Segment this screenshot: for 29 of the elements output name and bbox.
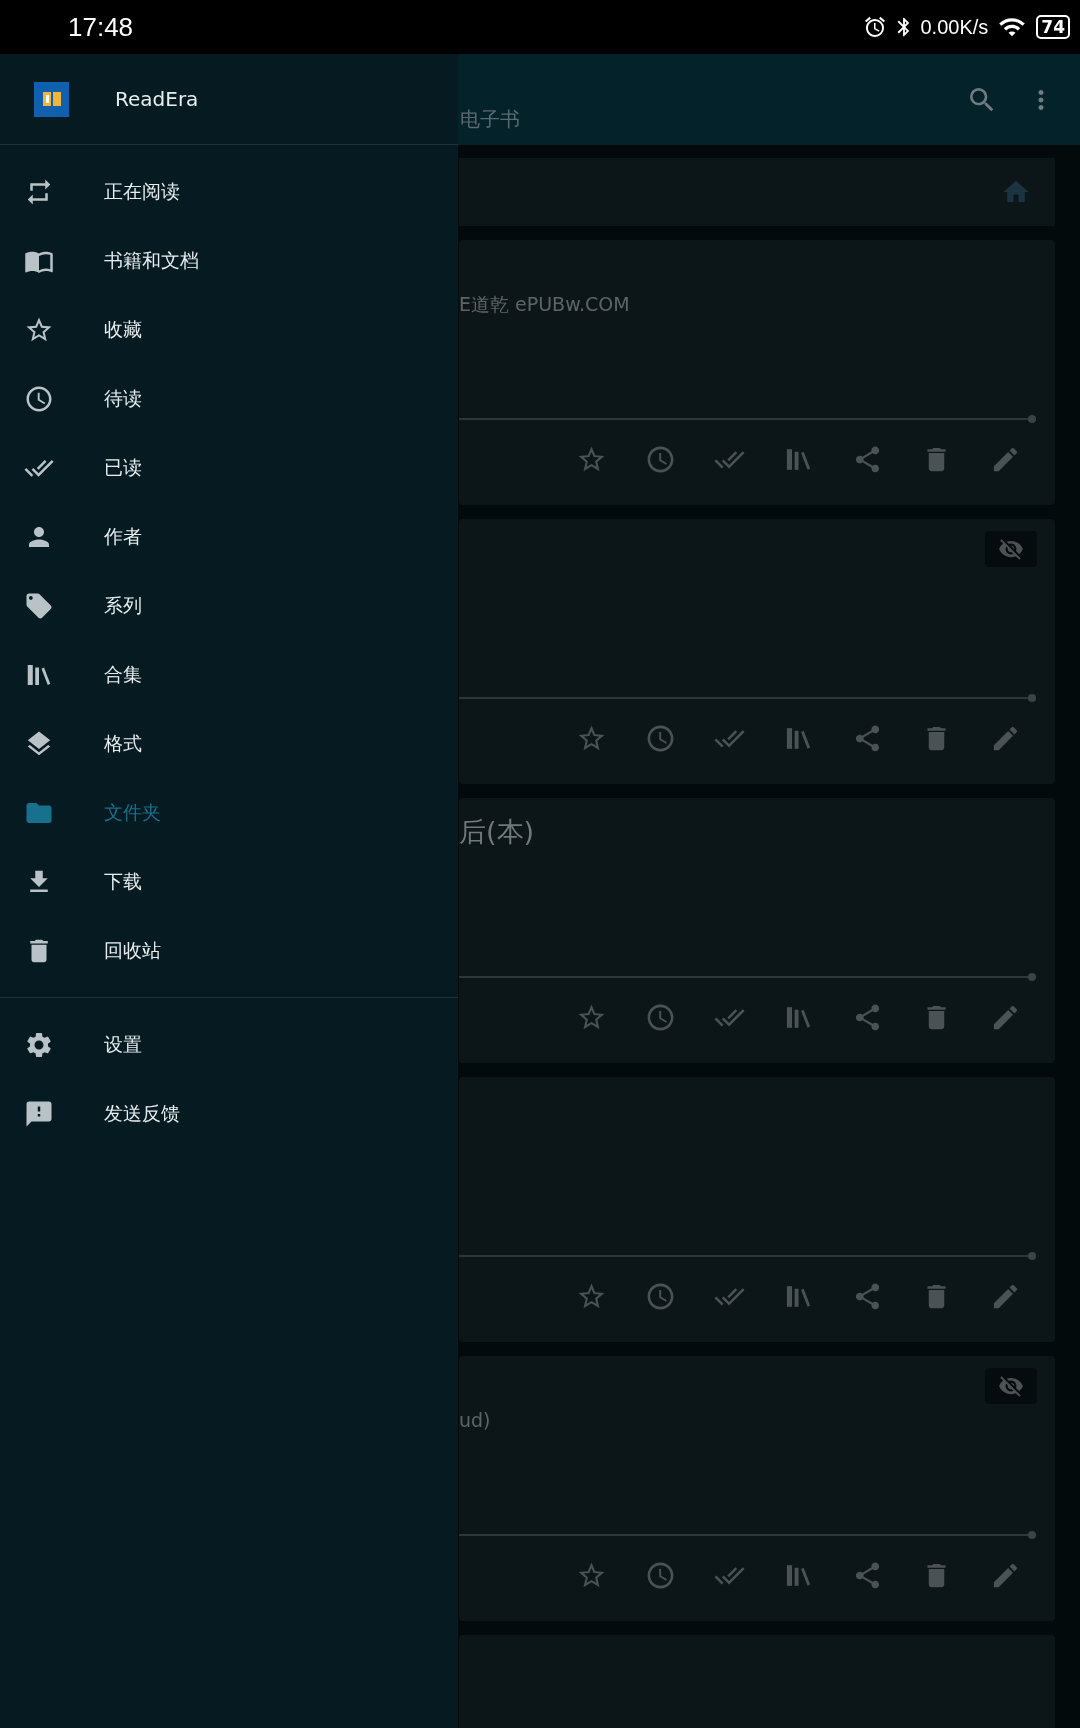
alarm-icon: [862, 15, 887, 39]
drawer-item[interactable]: 合集: [0, 640, 458, 709]
app-name: ReadEra: [115, 86, 199, 113]
clock-icon[interactable]: [645, 723, 676, 754]
book-title: 后(本): [459, 815, 536, 849]
clock-time: 17:48: [68, 10, 134, 44]
drawer-item[interactable]: 系列: [0, 571, 458, 640]
battery-level: 74: [1036, 15, 1070, 39]
drawer-item[interactable]: 书籍和文档: [0, 226, 458, 295]
book-author: E道乾 ePUBw.COM: [459, 292, 631, 317]
clock-icon[interactable]: [645, 1281, 676, 1312]
clock-icon[interactable]: [645, 1002, 676, 1033]
drawer-item[interactable]: 格式: [0, 709, 458, 778]
drawer-item[interactable]: 回收站: [0, 916, 458, 985]
book-author: ud): [459, 1408, 492, 1433]
drawer-item[interactable]: 下载: [0, 847, 458, 916]
drawer-item[interactable]: 待读: [0, 364, 458, 433]
drawer-item[interactable]: 作者: [0, 502, 458, 571]
drawer-item[interactable]: 发送反馈: [0, 1079, 458, 1148]
app-logo: [34, 81, 69, 117]
network-speed: 0.00K/s: [920, 15, 989, 40]
book-card[interactable]: 后(本): [459, 798, 1055, 1063]
clock-icon[interactable]: [645, 1560, 676, 1591]
drawer-item[interactable]: 正在阅读: [0, 157, 458, 226]
drawer-item[interactable]: 已读: [0, 433, 458, 502]
drawer-item[interactable]: 收藏: [0, 295, 458, 364]
clock-icon[interactable]: [645, 444, 676, 475]
app-bar-subtitle: 电子书: [460, 105, 520, 133]
drawer-item[interactable]: 设置: [0, 1010, 458, 1079]
